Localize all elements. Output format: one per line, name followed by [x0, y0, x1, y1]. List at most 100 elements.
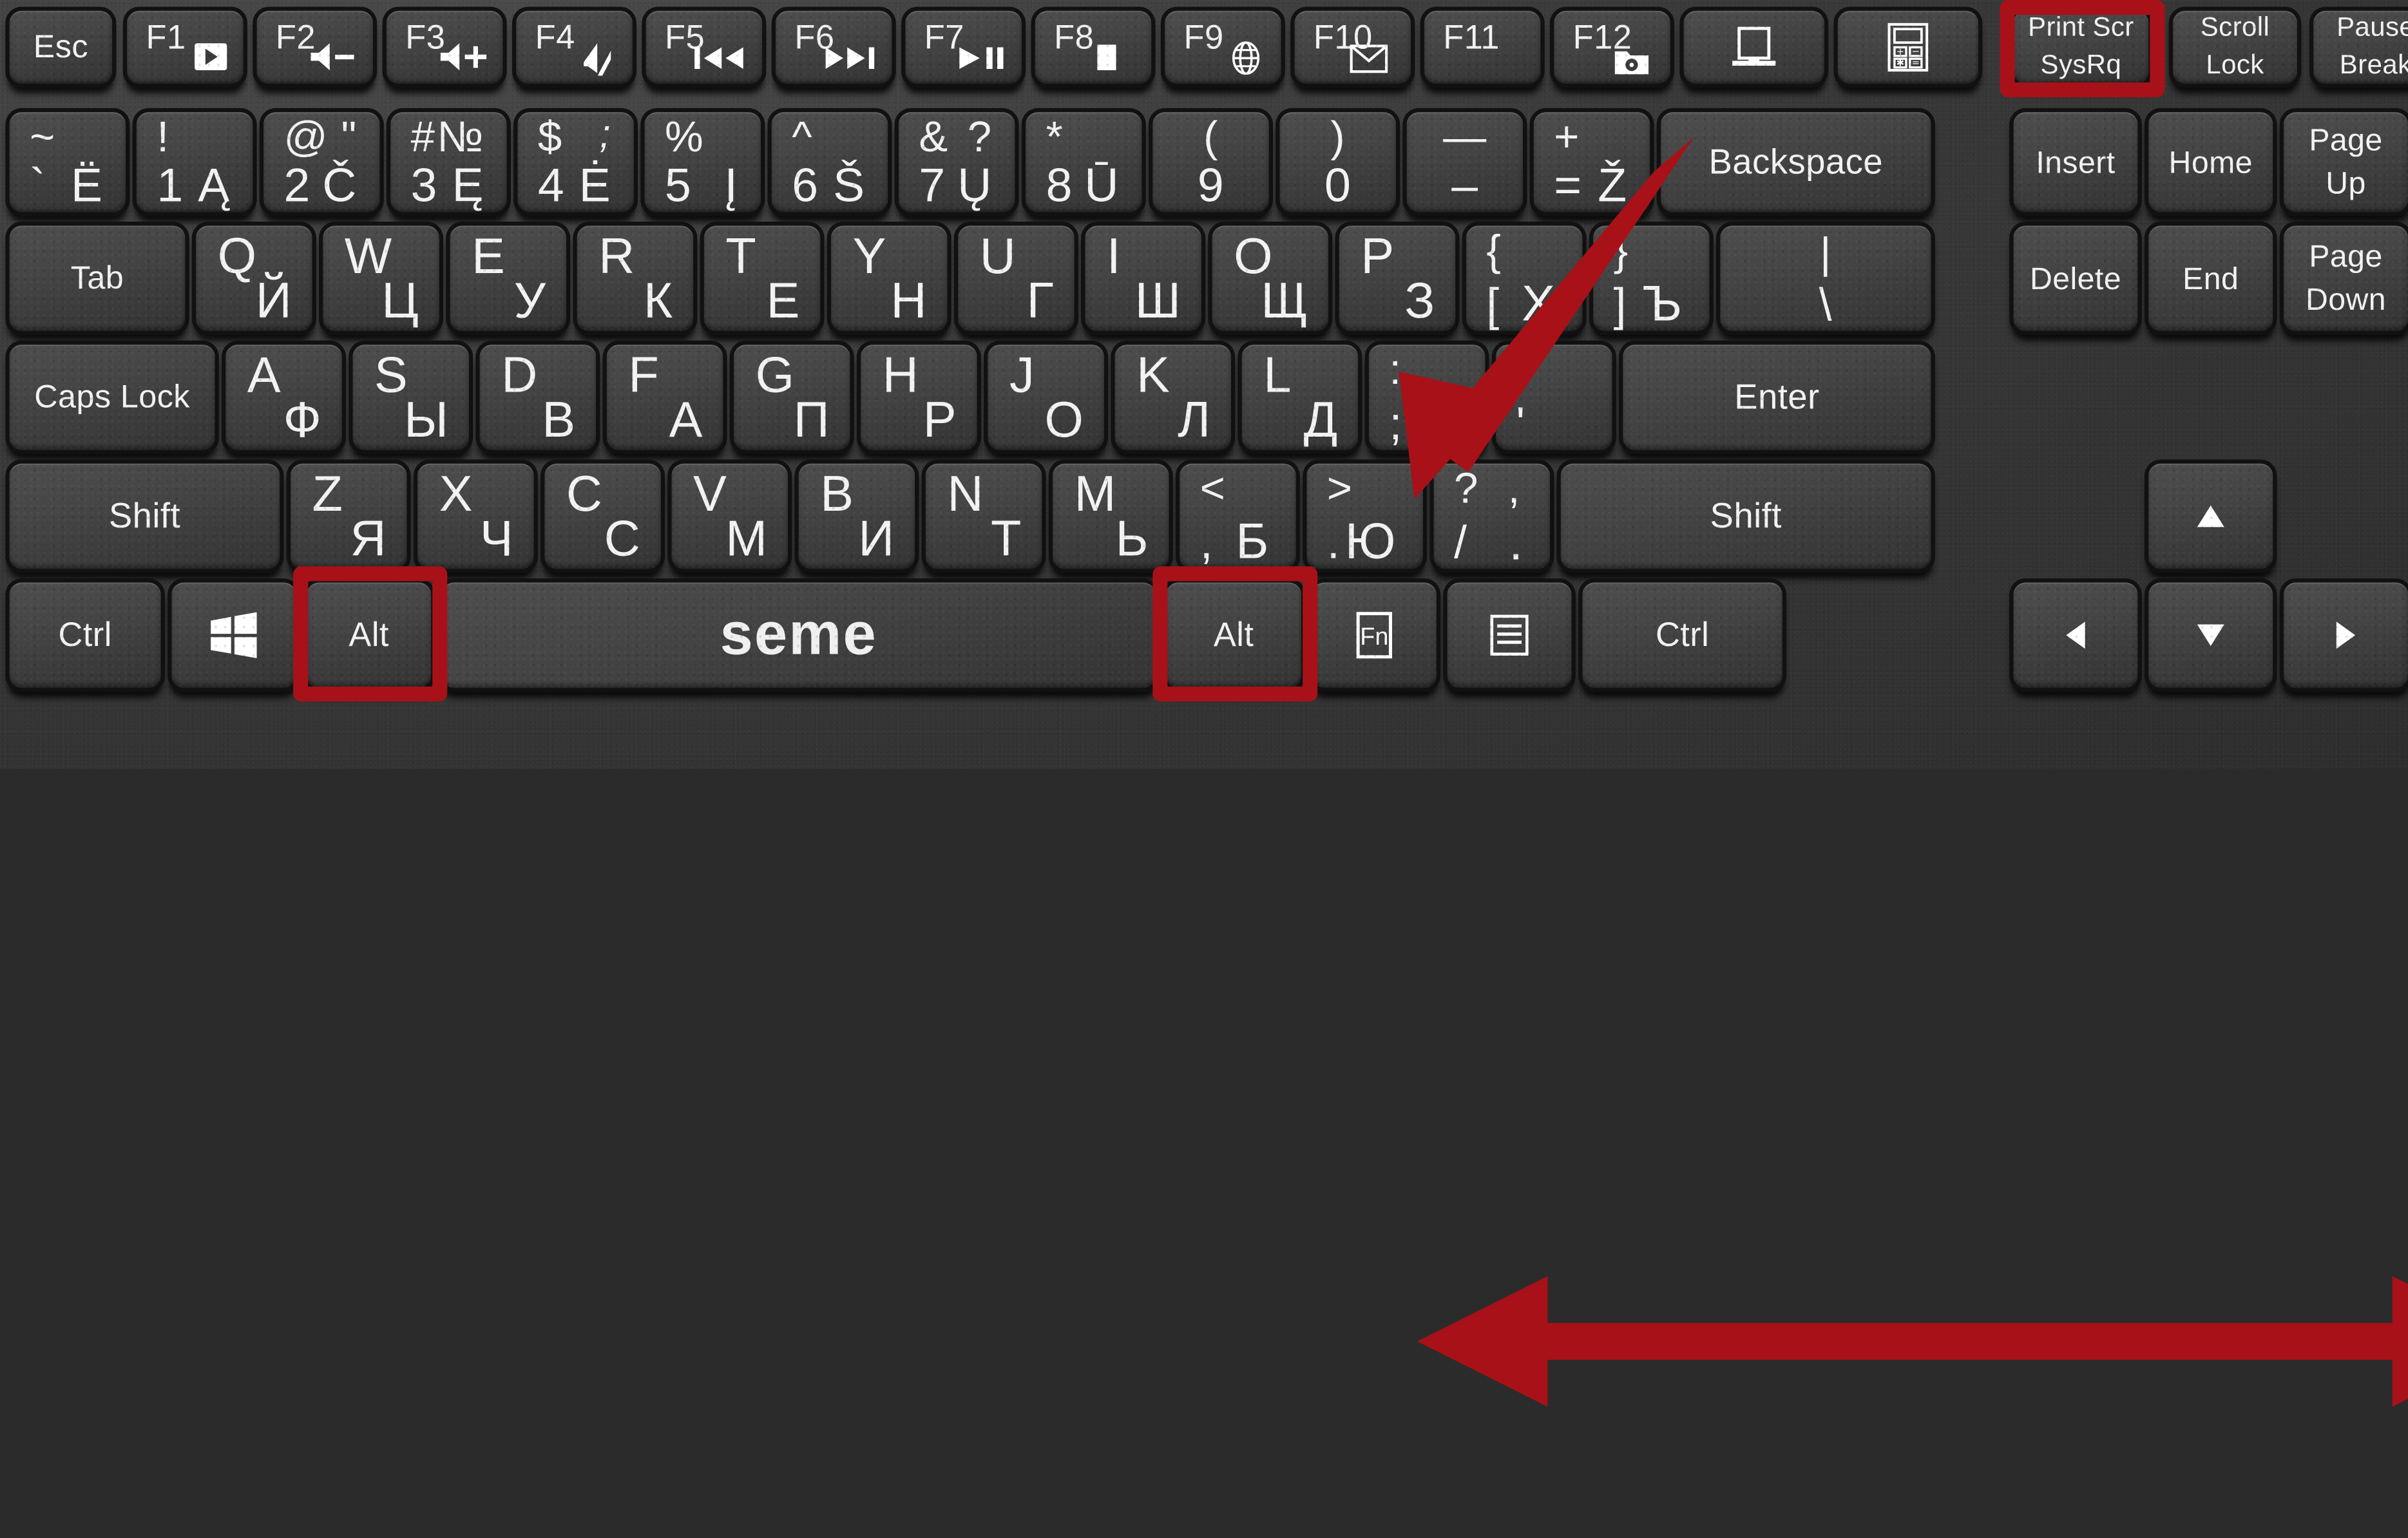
key-k[interactable]: K Л: [1114, 345, 1231, 450]
key-o[interactable]: O Щ: [1212, 225, 1328, 332]
key-f12[interactable]: F12: [1554, 10, 1670, 84]
key-minus[interactable]: — –: [1406, 112, 1524, 213]
key-s-latin: S: [374, 347, 408, 403]
key-2[interactable]: @ " 2 Č: [263, 112, 380, 213]
key-w[interactable]: W Ц: [323, 225, 439, 332]
key-3[interactable]: # № 3 Ę: [390, 112, 507, 213]
key-alt-left[interactable]: Alt: [307, 582, 432, 688]
key-display-toggle[interactable]: [1683, 10, 1824, 84]
key-semicolon[interactable]: : ; Ж: [1368, 345, 1486, 450]
key-f3[interactable]: F3: [386, 10, 503, 84]
key-scroll-lock[interactable]: Scroll Lock: [2173, 10, 2297, 84]
key-equals[interactable]: + = Ž: [1533, 112, 1650, 213]
key-f6[interactable]: F6: [776, 10, 892, 84]
key-f2[interactable]: F2: [256, 10, 373, 84]
volume-up-icon: [435, 41, 492, 73]
key-arrow-left[interactable]: [2013, 582, 2138, 688]
key-insert[interactable]: Insert: [2013, 112, 2138, 213]
key-f[interactable]: F А: [606, 345, 723, 450]
key-space[interactable]: seme: [441, 582, 1156, 688]
key-r[interactable]: R К: [577, 225, 694, 332]
key-esc[interactable]: Esc: [9, 10, 113, 84]
key-f5[interactable]: F5: [645, 10, 763, 84]
key-arrow-down[interactable]: [2148, 582, 2273, 688]
key-c[interactable]: C С: [544, 463, 661, 569]
key-f8[interactable]: F8: [1035, 10, 1152, 84]
key-q[interactable]: Q Й: [196, 225, 312, 332]
key-b[interactable]: B И: [798, 463, 915, 569]
key-page-up[interactable]: Page Up: [2284, 112, 2408, 213]
key-s[interactable]: S Ы: [352, 345, 469, 450]
key-j[interactable]: J О: [988, 345, 1104, 450]
key-6[interactable]: ^ 6 Š: [771, 112, 888, 213]
key-7[interactable]: & ? 7 Ų: [898, 112, 1015, 213]
key-end[interactable]: End: [2148, 225, 2273, 332]
key-a[interactable]: A Ф: [225, 345, 342, 450]
key-f10[interactable]: F10: [1294, 10, 1411, 84]
key-arrow-up[interactable]: [2148, 463, 2273, 569]
key-n[interactable]: N Т: [925, 463, 1042, 569]
key-shift-left[interactable]: Shift: [9, 463, 280, 569]
key-backspace[interactable]: Backspace: [1661, 112, 1931, 213]
key-d[interactable]: D В: [479, 345, 597, 450]
key-f4[interactable]: F4: [516, 10, 633, 84]
key-bracket-left[interactable]: { [ Х: [1466, 225, 1583, 332]
key-5[interactable]: % 5 Į: [644, 112, 761, 213]
key-pause-break-line1: Pause: [2336, 12, 2408, 43]
key-slash[interactable]: ? , / .: [1433, 463, 1550, 569]
key-shift-right[interactable]: Shift: [1560, 463, 1931, 569]
previous-track-icon: [692, 43, 749, 73]
key-y[interactable]: Y Н: [831, 225, 948, 332]
key-m[interactable]: M Ь: [1053, 463, 1169, 569]
key-w-cyrillic: Ц: [381, 273, 419, 329]
key-v[interactable]: V М: [671, 463, 788, 569]
key-calculator[interactable]: + − ✱ =: [1837, 10, 1978, 84]
key-f4-label: F4: [535, 19, 575, 57]
key-esc-label: Esc: [33, 28, 88, 66]
key-arrow-right[interactable]: [2284, 582, 2408, 688]
key-alt-left-label: Alt: [349, 616, 389, 654]
key-grave[interactable]: ~ ` Ё: [9, 112, 126, 213]
key-windows[interactable]: [171, 582, 296, 688]
key-i[interactable]: I Ш: [1085, 225, 1201, 332]
key-alt-right[interactable]: Alt: [1166, 582, 1302, 688]
key-f-cyrillic: А: [669, 392, 703, 448]
key-print-screen[interactable]: Print Scr SysRq: [2013, 10, 2149, 84]
key-bracket-right-base: ]: [1613, 280, 1627, 332]
key-fn[interactable]: Fn: [1312, 582, 1437, 688]
key-ctrl-right[interactable]: Ctrl: [1582, 582, 1782, 688]
key-4[interactable]: $ ; 4 Ė: [517, 112, 634, 213]
key-f11[interactable]: F11: [1424, 10, 1541, 84]
key-t[interactable]: T Е: [703, 225, 821, 332]
key-9[interactable]: ( 9: [1152, 112, 1269, 213]
key-delete[interactable]: Delete: [2013, 225, 2138, 332]
key-tab[interactable]: Tab: [9, 225, 186, 332]
key-1[interactable]: ! 1 Ą: [136, 112, 253, 213]
key-backslash[interactable]: | \: [1720, 225, 1931, 332]
key-menu[interactable]: [1447, 582, 1572, 688]
key-enter[interactable]: Enter: [1623, 345, 1931, 450]
key-p[interactable]: P З: [1339, 225, 1456, 332]
key-page-down[interactable]: Page Down: [2284, 225, 2408, 332]
key-z[interactable]: Z Я: [290, 463, 407, 569]
key-x[interactable]: X Ч: [417, 463, 534, 569]
key-u[interactable]: U Г: [958, 225, 1075, 332]
key-e[interactable]: E У: [450, 225, 566, 332]
key-caps-lock[interactable]: Caps Lock: [9, 345, 215, 450]
key-0[interactable]: ) 0: [1279, 112, 1396, 213]
key-f9[interactable]: F9: [1165, 10, 1281, 84]
key-f1[interactable]: F1: [127, 10, 244, 84]
key-quote[interactable]: " ': [1496, 345, 1612, 450]
key-8[interactable]: * 8 Ū: [1026, 112, 1142, 213]
key-bracket-right[interactable]: } ] Ъ: [1593, 225, 1710, 332]
key-period[interactable]: > . Ю: [1306, 463, 1423, 569]
key-pause-break[interactable]: Pause Break: [2313, 10, 2408, 84]
key-f7[interactable]: F7: [905, 10, 1022, 84]
key-v-cyrillic: М: [725, 511, 768, 567]
key-g[interactable]: G П: [734, 345, 850, 450]
key-home[interactable]: Home: [2148, 112, 2273, 213]
key-ctrl-left[interactable]: Ctrl: [9, 582, 161, 688]
key-l[interactable]: L Д: [1241, 345, 1359, 450]
key-h[interactable]: H Р: [861, 345, 977, 450]
key-comma[interactable]: < , Б: [1180, 463, 1296, 569]
